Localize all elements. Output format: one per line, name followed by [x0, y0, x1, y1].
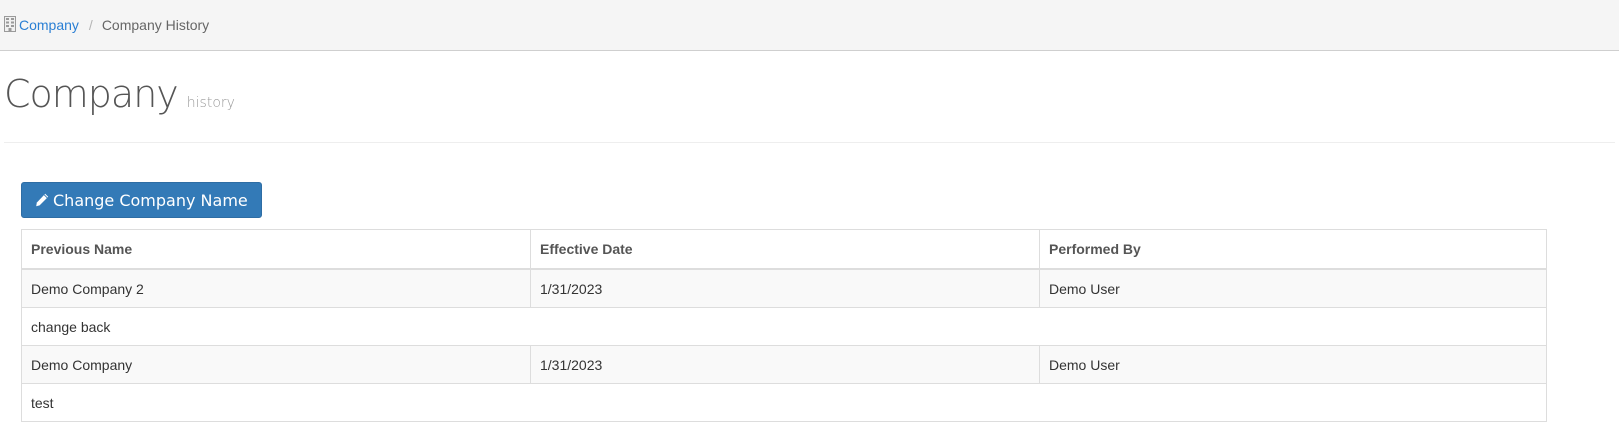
- table-row: Demo Company 2 1/31/2023 Demo User: [21, 268, 1547, 308]
- breadcrumb: Company / Company History: [0, 0, 1619, 51]
- change-company-name-label: Change Company Name: [53, 190, 248, 210]
- column-header-effective-date[interactable]: Effective Date: [530, 229, 1040, 270]
- cell-comment: test: [21, 383, 1547, 422]
- building-icon: [4, 16, 16, 32]
- table-comment-row: test: [21, 383, 1547, 422]
- cell-effective-date: 1/31/2023: [530, 345, 1040, 384]
- change-company-name-button[interactable]: Change Company Name: [21, 182, 262, 218]
- breadcrumb-separator: /: [88, 17, 93, 33]
- page-title: Company history: [4, 72, 235, 125]
- company-history-table: Previous Name Effective Date Performed B…: [21, 229, 1547, 422]
- page-title-text: Company: [4, 72, 179, 116]
- cell-performed-by: Demo User: [1039, 268, 1547, 308]
- column-header-previous-name[interactable]: Previous Name: [21, 229, 531, 270]
- breadcrumb-company-link[interactable]: Company: [19, 17, 79, 33]
- column-header-performed-by[interactable]: Performed By: [1039, 229, 1547, 270]
- cell-comment: change back: [21, 307, 1547, 346]
- cell-effective-date: 1/31/2023: [530, 268, 1040, 308]
- cell-previous-name: Demo Company: [21, 345, 531, 384]
- table-comment-row: change back: [21, 307, 1547, 346]
- cell-performed-by: Demo User: [1039, 345, 1547, 384]
- page-subtitle: history: [186, 95, 235, 111]
- table-row: Demo Company 1/31/2023 Demo User: [21, 345, 1547, 384]
- cell-previous-name: Demo Company 2: [21, 268, 531, 308]
- page-header: Company history: [4, 66, 1615, 143]
- pencil-icon: [36, 193, 49, 207]
- table-header-row: Previous Name Effective Date Performed B…: [21, 229, 1547, 270]
- breadcrumb-current: Company History: [101, 17, 210, 33]
